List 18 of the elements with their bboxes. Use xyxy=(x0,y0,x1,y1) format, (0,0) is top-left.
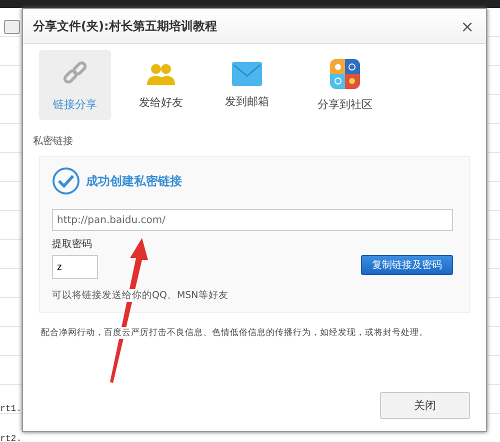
success-message: 成功创建私密链接 xyxy=(86,172,182,190)
share-tab[interactable]: 发给好友 xyxy=(125,50,197,120)
close-icon[interactable]: × xyxy=(460,16,474,36)
file-name: rt1. xyxy=(0,404,22,414)
check-circle-icon xyxy=(52,167,80,195)
file-name: rt2. xyxy=(0,434,22,442)
envelope-icon xyxy=(232,62,262,86)
hint-text: 可以将链接发送给你的QQ、MSN等好友 xyxy=(50,289,230,302)
section-label: 私密链接 xyxy=(33,134,74,148)
close-button[interactable]: 关闭 xyxy=(380,392,470,419)
link-field[interactable]: http://pan.baidu.com/ xyxy=(52,209,453,231)
password-label: 提取密码 xyxy=(52,238,93,251)
share-tab[interactable]: 分享到社区 xyxy=(297,50,393,120)
copy-link-button[interactable]: 复制链接及密码 xyxy=(361,255,453,275)
dialog-title: 分享文件(夹):村长第五期培训教程 xyxy=(33,18,217,34)
password-field[interactable]: z xyxy=(52,255,98,279)
community-apps-icon xyxy=(330,58,360,88)
share-tab[interactable]: 发到邮箱 xyxy=(211,50,283,120)
